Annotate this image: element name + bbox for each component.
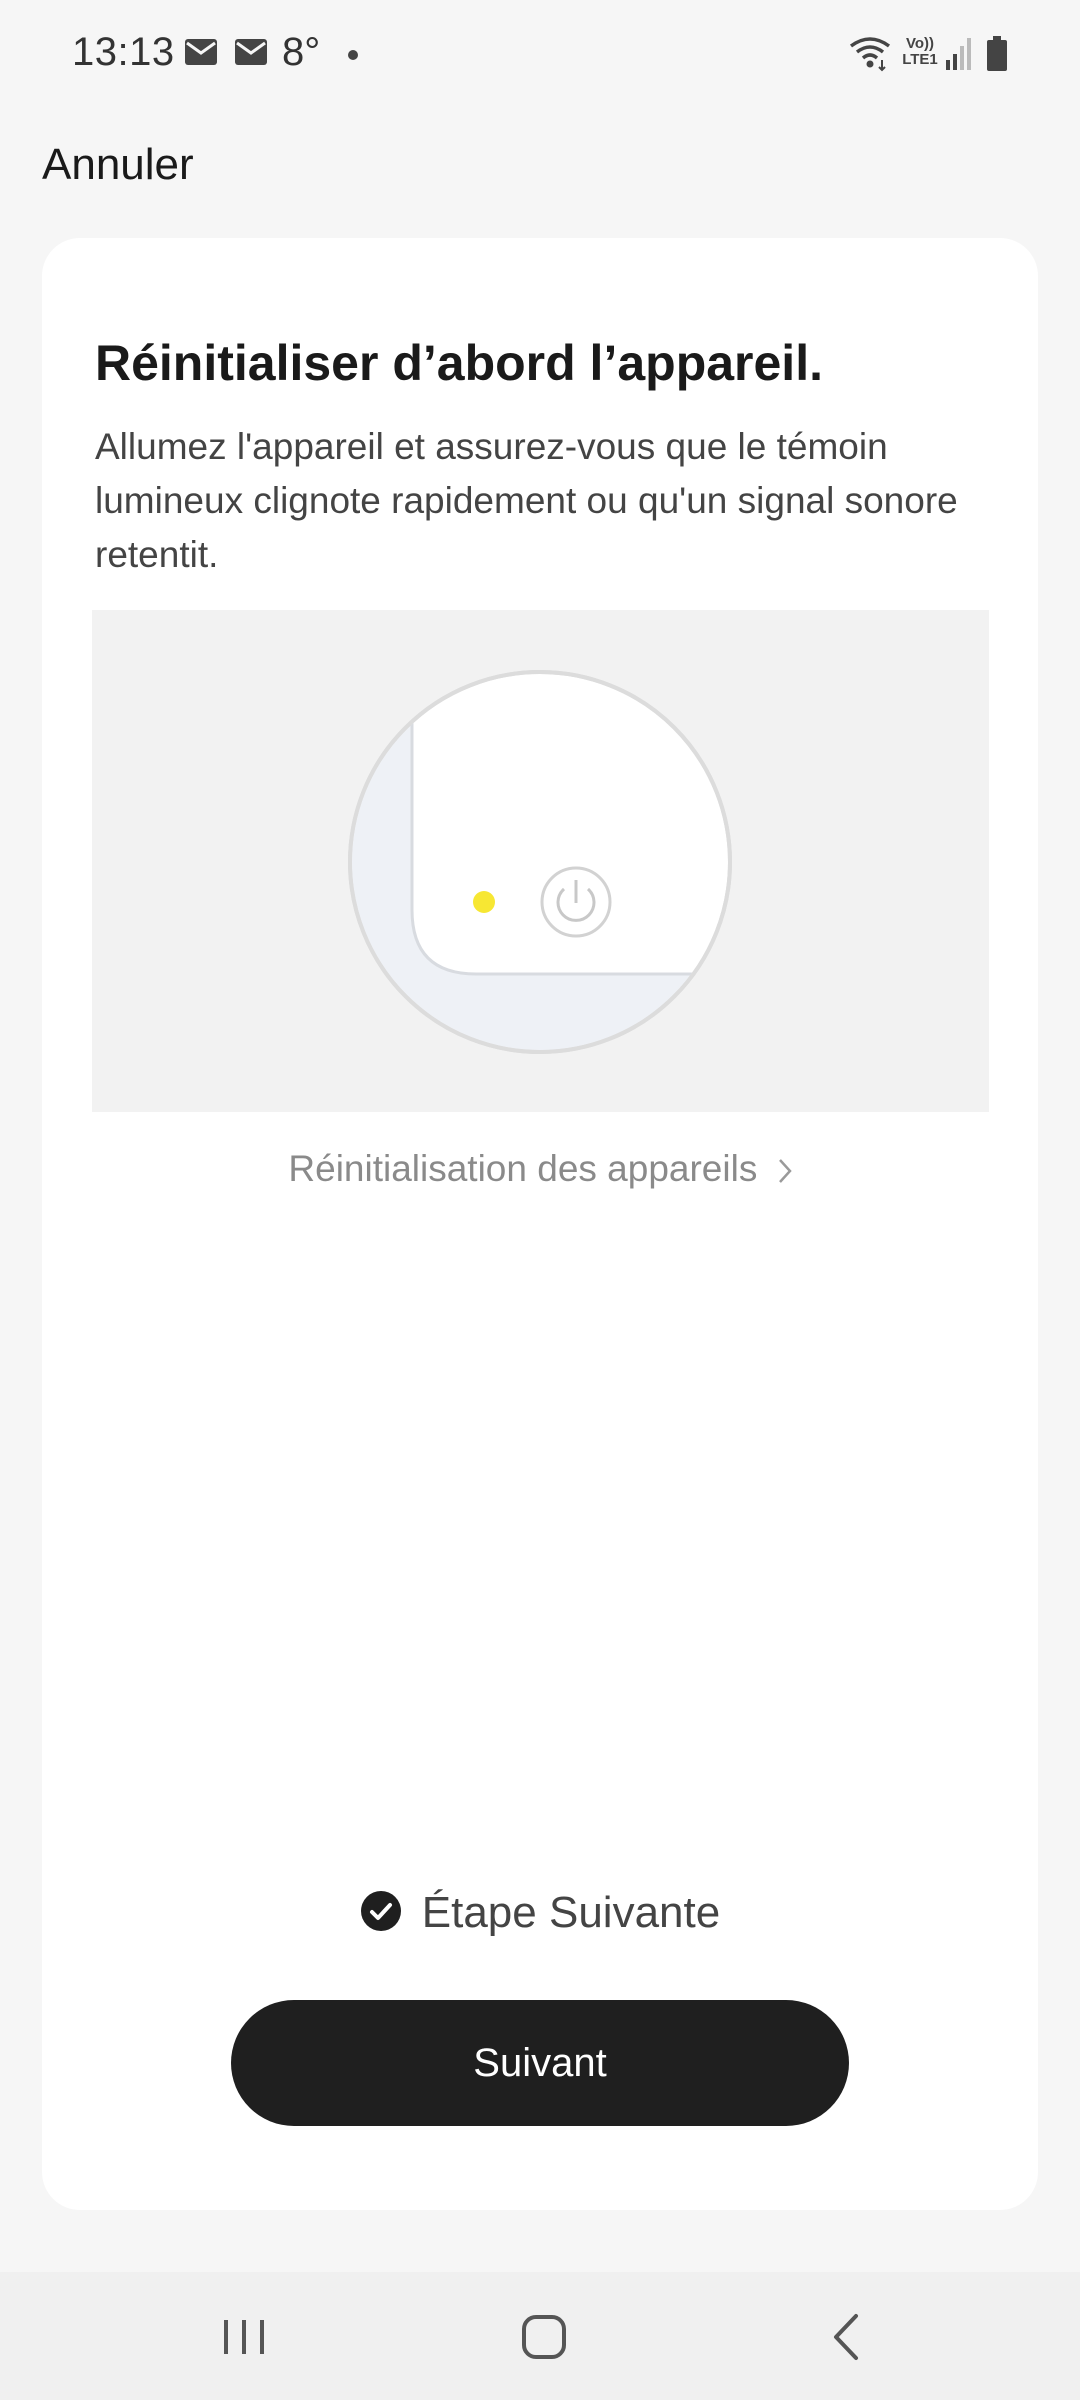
system-navigation-bar [0, 2272, 1080, 2400]
device-illustration-svg [348, 670, 732, 1054]
next-step-checkbox[interactable]: Étape Suivante [42, 1888, 1038, 1938]
battery-icon [987, 36, 1007, 71]
device-reset-link[interactable]: Réinitialisation des appareils [42, 1148, 1038, 1190]
wifi-icon [849, 37, 891, 72]
indicator-light [473, 891, 495, 913]
notification-dot-icon [348, 50, 358, 60]
mail-icon [185, 39, 217, 65]
status-temperature: 8° [282, 30, 321, 74]
volte-label: Vo)) [905, 35, 935, 52]
next-button[interactable]: Suivant [231, 2000, 849, 2126]
status-bar: 13:13 8° Vo)) LTE1 [0, 0, 1080, 110]
device-reset-illustration [92, 610, 989, 1112]
signal-strength-icon [946, 38, 971, 70]
cancel-button[interactable]: Annuler [42, 140, 194, 190]
next-step-label: Étape Suivante [421, 1888, 721, 1937]
device-reset-link-label: Réinitialisation des appareils [288, 1148, 758, 1189]
chevron-right-icon [778, 1159, 792, 1184]
status-time: 13:13 [72, 30, 175, 74]
back-icon[interactable] [806, 2302, 886, 2372]
volte-indicator: Vo)) LTE1 [898, 36, 942, 68]
lte-label: LTE1 [902, 51, 938, 68]
reset-instructions-card: Réinitialiser d’abord l’appareil. Allume… [42, 238, 1038, 2210]
mail-icon [235, 39, 267, 65]
home-icon[interactable] [504, 2302, 584, 2372]
recent-apps-icon[interactable] [204, 2302, 284, 2372]
page-title: Réinitialiser d’abord l’appareil. [95, 335, 823, 391]
instructions-text: Allumez l'appareil et assurez-vous que l… [95, 426, 958, 575]
check-circle-icon [360, 1891, 401, 1932]
